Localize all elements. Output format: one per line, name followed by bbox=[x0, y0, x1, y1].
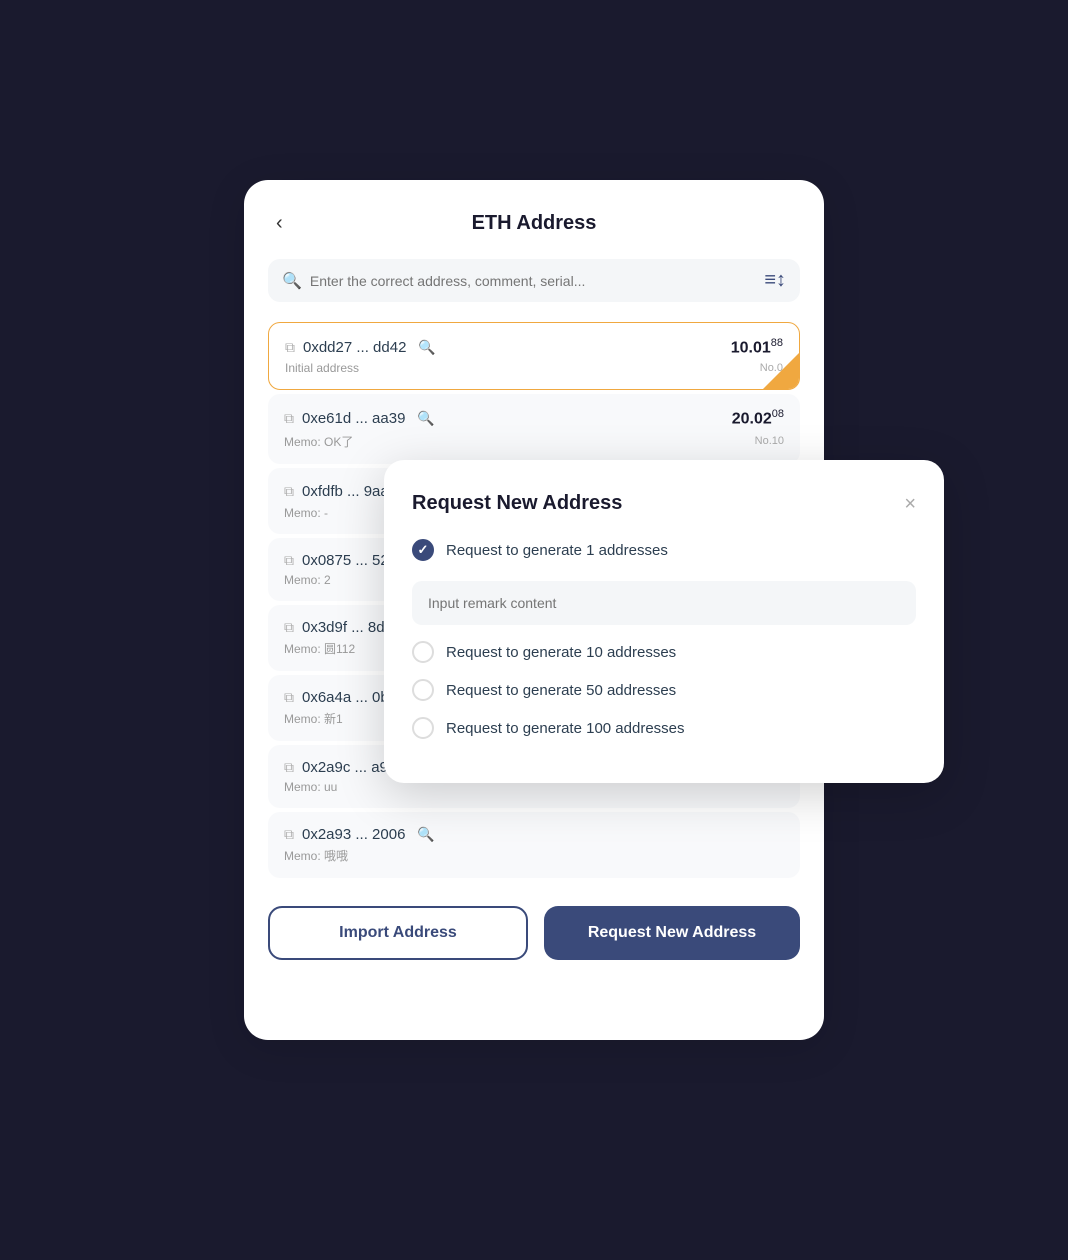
address-search-icon[interactable]: 🔍 bbox=[417, 410, 434, 427]
address-text: 0xfdfb ... 9aab bbox=[302, 483, 397, 500]
copy-icon[interactable]: ⧉ bbox=[284, 759, 294, 776]
radio-option-item[interactable]: Request to generate 1 addresses bbox=[412, 539, 916, 561]
address-item[interactable]: ⧉ 0x2a93 ... 2006 🔍 Memo: 哦哦 bbox=[268, 812, 800, 878]
header: ‹ ETH Address bbox=[268, 212, 800, 235]
address-meta-row: Memo: OK了 No.10 bbox=[284, 433, 784, 450]
search-input[interactable] bbox=[310, 273, 756, 289]
memo: Memo: 圆112 bbox=[284, 640, 355, 657]
copy-icon[interactable]: ⧉ bbox=[284, 483, 294, 500]
search-icon: 🔍 bbox=[282, 271, 302, 291]
remark-input[interactable] bbox=[412, 581, 916, 625]
address-row: ⧉ 0xe61d ... aa39 🔍 20.0208 bbox=[284, 408, 784, 428]
address-row: ⧉ 0xdd27 ... dd42 🔍 10.0188 bbox=[285, 337, 783, 357]
bottom-buttons: Import Address Request New Address bbox=[268, 906, 800, 960]
address-row: ⧉ 0x2a93 ... 2006 🔍 bbox=[284, 826, 784, 843]
import-address-button[interactable]: Import Address bbox=[268, 906, 528, 960]
address-text: 0xdd27 ... dd42 bbox=[303, 339, 406, 356]
modal-options: Request to generate 1 addresses Request … bbox=[412, 539, 916, 739]
memo: Memo: 哦哦 bbox=[284, 847, 348, 864]
modal-header: Request New Address × bbox=[412, 492, 916, 515]
address-meta-row: Initial address No.0 bbox=[285, 361, 783, 375]
request-new-address-modal: Request New Address × Request to generat… bbox=[384, 460, 944, 783]
memo: Memo: OK了 bbox=[284, 433, 353, 450]
radio-option[interactable]: Request to generate 1 addresses bbox=[412, 539, 916, 641]
radio-option-item[interactable]: Request to generate 10 addresses bbox=[412, 641, 916, 663]
copy-icon[interactable]: ⧉ bbox=[284, 410, 294, 427]
radio-option[interactable]: Request to generate 100 addresses bbox=[412, 717, 916, 739]
memo: Memo: uu bbox=[284, 780, 337, 794]
address-text: 0x2a93 ... 2006 bbox=[302, 826, 405, 843]
amount: 20.0208 bbox=[732, 408, 784, 428]
page-title: ETH Address bbox=[472, 212, 597, 235]
radio-circle bbox=[412, 717, 434, 739]
radio-circle-checked bbox=[412, 539, 434, 561]
radio-option-item[interactable]: Request to generate 50 addresses bbox=[412, 679, 916, 701]
main-container: ‹ ETH Address 🔍 ≡↕ ⧉ 0xdd27 ... dd42 🔍 1… bbox=[204, 180, 864, 1080]
radio-option[interactable]: Request to generate 10 addresses bbox=[412, 641, 916, 663]
radio-label: Request to generate 50 addresses bbox=[446, 682, 676, 699]
memo: Memo: 新1 bbox=[284, 710, 343, 727]
modal-title: Request New Address bbox=[412, 492, 622, 515]
copy-icon[interactable]: ⧉ bbox=[284, 689, 294, 706]
address-left: ⧉ 0xdd27 ... dd42 🔍 bbox=[285, 339, 436, 356]
search-bar: 🔍 ≡↕ bbox=[268, 259, 800, 302]
address-text: 0xe61d ... aa39 bbox=[302, 410, 405, 427]
address-meta-row: Memo: 哦哦 bbox=[284, 847, 784, 864]
memo: Memo: 2 bbox=[284, 573, 331, 587]
radio-circle bbox=[412, 641, 434, 663]
address-item[interactable]: ⧉ 0xdd27 ... dd42 🔍 10.0188 Initial addr… bbox=[268, 322, 800, 390]
copy-icon[interactable]: ⧉ bbox=[284, 552, 294, 569]
no-badge: No.10 bbox=[755, 435, 784, 447]
address-left: ⧉ 0x2a93 ... 2006 🔍 bbox=[284, 826, 435, 843]
copy-icon[interactable]: ⧉ bbox=[285, 339, 295, 356]
filter-button[interactable]: ≡↕ bbox=[764, 269, 786, 292]
modal-overlay: Request New Address × Request to generat… bbox=[384, 460, 944, 783]
request-new-address-button[interactable]: Request New Address bbox=[544, 906, 800, 960]
memo: Initial address bbox=[285, 361, 359, 375]
memo: Memo: - bbox=[284, 506, 328, 520]
radio-label: Request to generate 1 addresses bbox=[446, 542, 668, 559]
address-search-icon[interactable]: 🔍 bbox=[417, 826, 434, 843]
radio-option-item[interactable]: Request to generate 100 addresses bbox=[412, 717, 916, 739]
radio-label: Request to generate 10 addresses bbox=[446, 644, 676, 661]
address-item[interactable]: ⧉ 0xe61d ... aa39 🔍 20.0208 Memo: OK了 No… bbox=[268, 394, 800, 463]
radio-label: Request to generate 100 addresses bbox=[446, 720, 685, 737]
address-search-icon[interactable]: 🔍 bbox=[418, 339, 435, 356]
copy-icon[interactable]: ⧉ bbox=[284, 619, 294, 636]
radio-option[interactable]: Request to generate 50 addresses bbox=[412, 679, 916, 701]
modal-close-button[interactable]: × bbox=[904, 494, 916, 514]
address-left: ⧉ 0xe61d ... aa39 🔍 bbox=[284, 410, 435, 427]
copy-icon[interactable]: ⧉ bbox=[284, 826, 294, 843]
back-button[interactable]: ‹ bbox=[268, 208, 291, 239]
radio-circle bbox=[412, 679, 434, 701]
active-corner bbox=[763, 353, 799, 389]
